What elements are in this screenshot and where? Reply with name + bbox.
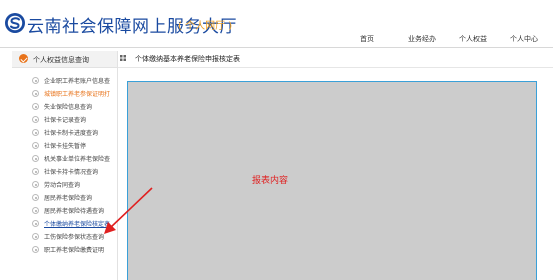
sidebar-item-label: 机关事业单位养老保险查 [44, 156, 111, 163]
sidebar-header: 个人权益信息查询 [12, 51, 117, 68]
sidebar-item-label: 工伤保险参保状态查询 [44, 234, 105, 241]
bullet-icon [32, 77, 39, 84]
report-panel[interactable]: 报表内容 [127, 81, 537, 280]
sidebar-item-label: 居民养老保险待遇查询 [44, 208, 105, 215]
bullet-icon [32, 116, 39, 123]
bullet-icon [32, 233, 39, 240]
sidebar-item-label: 社保卡制卡进度查询 [44, 130, 99, 137]
bullet-icon [32, 168, 39, 175]
sidebar-item-pension-certificate[interactable]: 城镇职工养老参保证明打 [12, 87, 117, 99]
sidebar-item-card-records[interactable]: 社保卡记录查询 [12, 113, 117, 125]
bullet-icon [32, 220, 39, 227]
sidebar-item-label: 城镇职工养老参保证明打 [44, 91, 111, 98]
sidebar-item-card-loss[interactable]: 社保卡挂失暂停 [12, 139, 117, 151]
sidebar-item-label: 劳动合同查询 [44, 182, 81, 189]
sidebar-item-label: 社保卡持卡情况查询 [44, 169, 99, 176]
site-header: 云南社会保障网上服务大厅 ( 个人网厅 ) 首页 业务经办 个人权益 个人中心 [0, 0, 553, 48]
sidebar-item-institution-pension[interactable]: 机关事业单位养老保险查 [12, 152, 117, 164]
sidebar-item-label: 个体缴纳养老保险核定表 [44, 221, 111, 228]
bullet-icon [32, 181, 39, 188]
check-circle-icon [19, 54, 28, 63]
sidebar: 个人权益信息查询 企业职工养老账户信息查 城镇职工养老参保证明打 失业保险信息查… [12, 51, 118, 280]
social-security-logo-icon[interactable] [4, 12, 26, 34]
sidebar-item-resident-pension[interactable]: 居民养老保险查询 [12, 191, 117, 203]
bullet-icon [32, 142, 39, 149]
content-divider [118, 67, 553, 68]
sidebar-item-label: 失业保险信息查询 [44, 104, 93, 111]
grid-icon [120, 55, 126, 61]
sidebar-item-label: 企业职工养老账户信息查 [44, 78, 111, 85]
nav-home[interactable]: 首页 [360, 34, 374, 44]
sidebar-item-label: 职工养老保险缴费证明 [44, 247, 105, 254]
site-subtitle: ( 个人网厅 ) [178, 21, 233, 32]
report-content-label: 报表内容 [252, 176, 289, 186]
nav-business[interactable]: 业务经办 [408, 34, 436, 44]
sidebar-item-pension-payment-proof[interactable]: 职工养老保险缴费证明 [12, 243, 117, 255]
sidebar-item-card-holding[interactable]: 社保卡持卡情况查询 [12, 165, 117, 177]
content-title-bar: 个体缴纳基本养老保险申报核定表 [118, 52, 553, 66]
sidebar-item-label: 社保卡挂失暂停 [44, 143, 87, 150]
sidebar-item-individual-pension-form[interactable]: 个体缴纳养老保险核定表 [12, 217, 117, 229]
sidebar-item-unemployment[interactable]: 失业保险信息查询 [12, 100, 117, 112]
bullet-icon [32, 246, 39, 253]
bullet-icon [32, 155, 39, 162]
bullet-icon [32, 90, 39, 97]
nav-personal-center[interactable]: 个人中心 [510, 34, 538, 44]
sidebar-item-resident-benefit[interactable]: 居民养老保险待遇查询 [12, 204, 117, 216]
sidebar-item-pension-account[interactable]: 企业职工养老账户信息查 [12, 74, 117, 86]
bullet-icon [32, 194, 39, 201]
bullet-icon [32, 207, 39, 214]
sidebar-item-label: 社保卡记录查询 [44, 117, 87, 124]
bullet-icon [32, 103, 39, 110]
nav-personal-rights[interactable]: 个人权益 [459, 34, 487, 44]
bullet-icon [32, 129, 39, 136]
sidebar-item-labor-contract[interactable]: 劳动合同查询 [12, 178, 117, 190]
header-divider [0, 47, 553, 48]
sidebar-item-injury-insurance[interactable]: 工伤保险参保状态查询 [12, 230, 117, 242]
sidebar-item-card-progress[interactable]: 社保卡制卡进度查询 [12, 126, 117, 138]
sidebar-item-label: 居民养老保险查询 [44, 195, 93, 202]
sidebar-heading: 个人权益信息查询 [33, 56, 89, 64]
content-title: 个体缴纳基本养老保险申报核定表 [135, 55, 240, 63]
